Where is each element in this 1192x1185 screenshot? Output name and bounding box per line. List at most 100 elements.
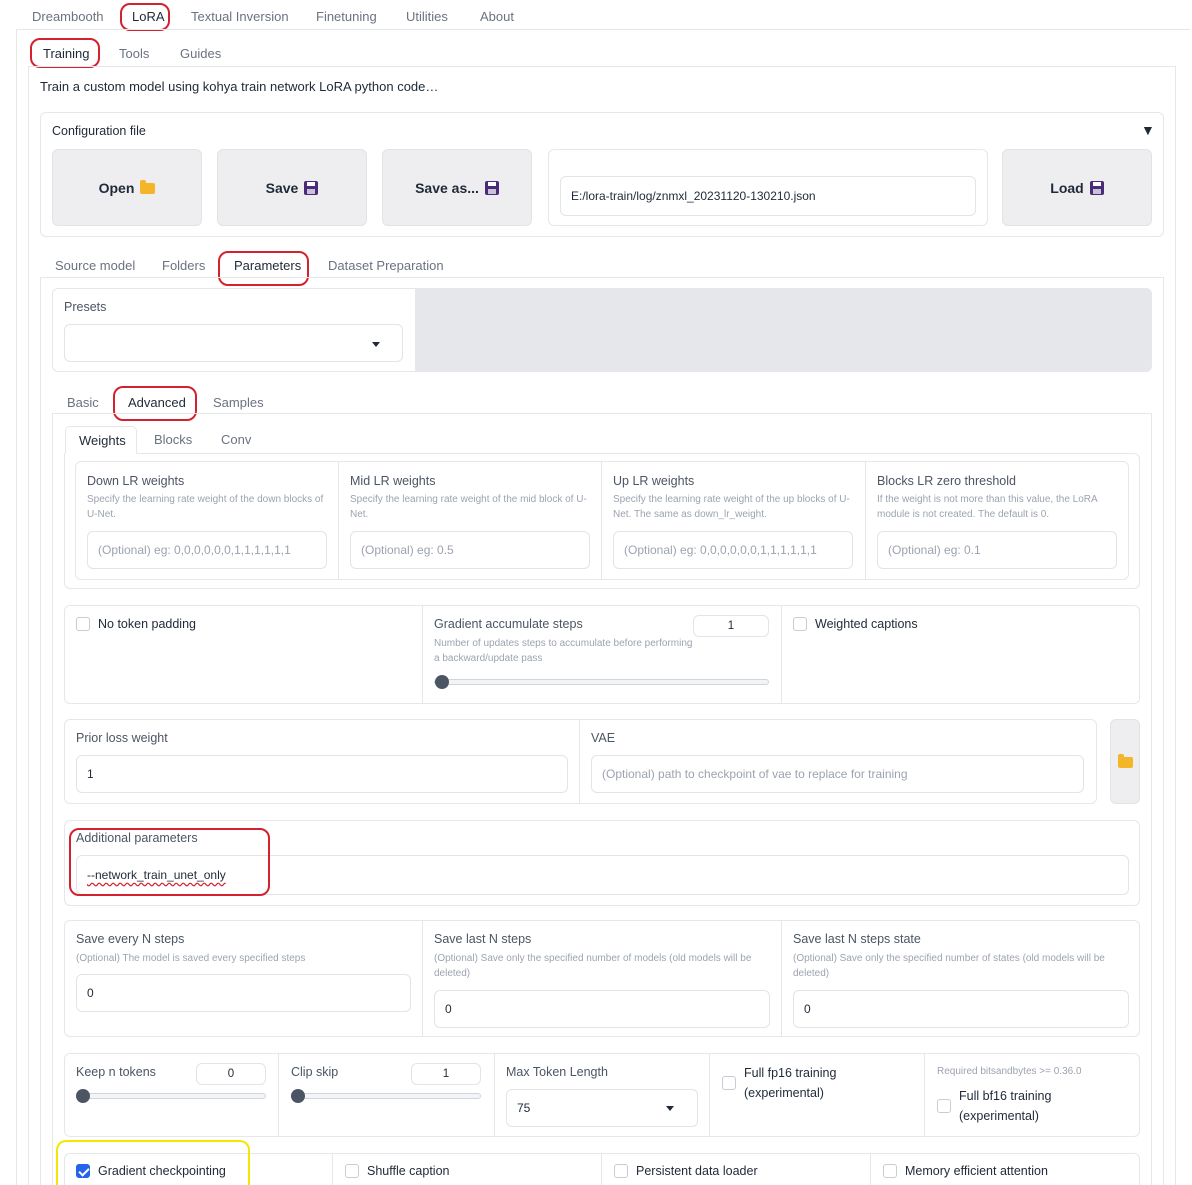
load-label: Load bbox=[1050, 179, 1084, 196]
highlight-training bbox=[30, 38, 100, 68]
folder-icon bbox=[140, 180, 156, 194]
keep-tokens-slider-handle[interactable] bbox=[76, 1089, 90, 1103]
save-last-state-input[interactable]: 0 bbox=[793, 990, 1129, 1028]
divider bbox=[870, 1154, 871, 1185]
floppy-disk-icon bbox=[484, 180, 499, 195]
up-lr-info: Specify the learning rate weight of the … bbox=[613, 494, 850, 520]
up-lr-placeholder: (Optional) eg: 0,0,0,0,0,0,1,1,1,1,1,1 bbox=[624, 543, 817, 557]
max-token-label: Max Token Length bbox=[506, 1065, 608, 1079]
divider bbox=[16, 29, 17, 1185]
memory-efficient-attention-checkbox[interactable] bbox=[883, 1164, 897, 1178]
save-every-info: (Optional) The model is saved every spec… bbox=[76, 953, 306, 964]
prior-loss-label: Prior loss weight bbox=[76, 731, 168, 745]
grad-accum-slider-handle[interactable] bbox=[435, 675, 449, 689]
open-label: Open bbox=[98, 179, 135, 196]
divider bbox=[924, 1054, 925, 1136]
divider bbox=[781, 921, 782, 1036]
down-lr-input[interactable]: (Optional) eg: 0,0,0,0,0,0,1,1,1,1,1,1 bbox=[87, 531, 327, 569]
training-description: Train a custom model using kohya train n… bbox=[40, 79, 439, 94]
bf16-requirement-note: Required bitsandbytes >= 0.36.0 bbox=[937, 1066, 1082, 1077]
down-lr-placeholder: (Optional) eg: 0,0,0,0,0,0,1,1,1,1,1,1 bbox=[98, 543, 291, 557]
save-last-state-info: (Optional) Save only the specified numbe… bbox=[793, 953, 1105, 979]
floppy-disk-icon bbox=[1089, 180, 1104, 195]
vae-placeholder: (Optional) path to checkpoint of vae to … bbox=[602, 767, 908, 781]
clip-skip-slider-track[interactable] bbox=[291, 1093, 481, 1099]
divider bbox=[332, 1154, 333, 1185]
bf16-checkbox[interactable] bbox=[937, 1099, 951, 1113]
down-lr-info: Specify the learning rate weight of the … bbox=[87, 494, 324, 520]
persistent-data-loader-label: Persistent data loader bbox=[636, 1164, 758, 1178]
max-token-value: 75 bbox=[517, 1101, 531, 1115]
memory-efficient-attention-label: Memory efficient attention bbox=[905, 1164, 1048, 1178]
file-path-input[interactable]: E:/lora-train/log/znmxl_20231120-130210.… bbox=[560, 176, 976, 216]
tab-utilities[interactable]: Utilities bbox=[406, 9, 448, 24]
save-label: Save bbox=[265, 179, 299, 196]
grad-accum-slider-track[interactable] bbox=[434, 679, 769, 685]
divider bbox=[278, 1054, 279, 1136]
chevron-down-icon bbox=[372, 342, 380, 347]
tab-samples[interactable]: Samples bbox=[213, 395, 264, 410]
weighted-captions-label: Weighted captions bbox=[815, 617, 918, 631]
tab-dreambooth[interactable]: Dreambooth bbox=[32, 9, 104, 24]
grad-accum-label: Gradient accumulate steps bbox=[434, 617, 583, 631]
grad-accum-number[interactable]: 1 bbox=[693, 615, 769, 637]
tab-tools[interactable]: Tools bbox=[119, 46, 149, 61]
save-every-input[interactable]: 0 bbox=[76, 974, 411, 1012]
blocks-lr-zero-threshold-placeholder: (Optional) eg: 0.1 bbox=[888, 543, 981, 557]
open-button[interactable]: Open bbox=[52, 149, 202, 226]
fp16-checkbox[interactable] bbox=[722, 1076, 736, 1090]
tab-source-model[interactable]: Source model bbox=[55, 258, 135, 273]
mid-lr-input[interactable]: (Optional) eg: 0.5 bbox=[350, 531, 590, 569]
tab-textual-inversion[interactable]: Textual Inversion bbox=[191, 9, 289, 24]
down-lr-label: Down LR weights bbox=[87, 474, 185, 488]
collapse-icon[interactable]: ▼ bbox=[1141, 122, 1155, 138]
tab-dataset-preparation[interactable]: Dataset Preparation bbox=[328, 258, 444, 273]
save-button[interactable]: Save bbox=[217, 149, 367, 226]
tab-basic[interactable]: Basic bbox=[67, 395, 99, 410]
fp16-label: Full fp16 training (experimental) bbox=[744, 1066, 837, 1100]
divider bbox=[709, 1054, 710, 1136]
save-as-button[interactable]: Save as... bbox=[382, 149, 532, 226]
presets-label: Presets bbox=[64, 300, 107, 314]
config-title: Configuration file bbox=[52, 124, 146, 138]
shuffle-caption-label: Shuffle caption bbox=[367, 1164, 450, 1178]
load-button[interactable]: Load bbox=[1002, 149, 1152, 226]
divider bbox=[781, 606, 782, 703]
up-lr-input[interactable]: (Optional) eg: 0,0,0,0,0,0,1,1,1,1,1,1 bbox=[613, 531, 853, 569]
presets-dropdown[interactable] bbox=[64, 324, 403, 362]
highlight-gradient-checkpointing bbox=[56, 1140, 250, 1185]
clip-skip-slider-handle[interactable] bbox=[291, 1089, 305, 1103]
weighted-captions-checkbox[interactable] bbox=[793, 617, 807, 631]
mid-lr-info: Specify the learning rate weight of the … bbox=[350, 494, 587, 520]
mid-lr-label: Mid LR weights bbox=[350, 474, 436, 488]
up-lr-label: Up LR weights bbox=[613, 474, 695, 488]
tab-blocks[interactable]: Blocks bbox=[154, 432, 192, 447]
highlight-additional-params bbox=[69, 828, 270, 896]
tab-finetuning[interactable]: Finetuning bbox=[316, 9, 377, 24]
floppy-disk-icon bbox=[304, 180, 319, 195]
divider bbox=[494, 1054, 495, 1136]
tab-weights[interactable]: Weights bbox=[65, 426, 137, 454]
clip-skip-number[interactable]: 1 bbox=[411, 1063, 481, 1085]
tab-about[interactable]: About bbox=[480, 9, 514, 24]
tab-guides[interactable]: Guides bbox=[180, 46, 221, 61]
tab-conv[interactable]: Conv bbox=[221, 432, 251, 447]
shuffle-caption-checkbox[interactable] bbox=[345, 1164, 359, 1178]
divider bbox=[601, 1154, 602, 1185]
folder-icon bbox=[1117, 754, 1133, 768]
keep-tokens-slider-track[interactable] bbox=[76, 1093, 266, 1099]
vae-input[interactable]: (Optional) path to checkpoint of vae to … bbox=[591, 755, 1084, 793]
keep-tokens-label: Keep n tokens bbox=[76, 1065, 156, 1079]
persistent-data-loader-checkbox[interactable] bbox=[614, 1164, 628, 1178]
vae-browse-button[interactable] bbox=[1110, 719, 1140, 804]
blocks-lr-zero-threshold-input[interactable]: (Optional) eg: 0.1 bbox=[877, 531, 1117, 569]
mid-lr-placeholder: (Optional) eg: 0.5 bbox=[361, 543, 454, 557]
clip-skip-label: Clip skip bbox=[291, 1065, 339, 1079]
no-token-padding-checkbox[interactable] bbox=[76, 617, 90, 631]
save-last-info: (Optional) Save only the specified numbe… bbox=[434, 953, 752, 979]
tab-folders[interactable]: Folders bbox=[162, 258, 205, 273]
prior-loss-input[interactable]: 1 bbox=[76, 755, 568, 793]
divider bbox=[338, 462, 339, 579]
keep-tokens-number[interactable]: 0 bbox=[196, 1063, 266, 1085]
save-last-input[interactable]: 0 bbox=[434, 990, 770, 1028]
